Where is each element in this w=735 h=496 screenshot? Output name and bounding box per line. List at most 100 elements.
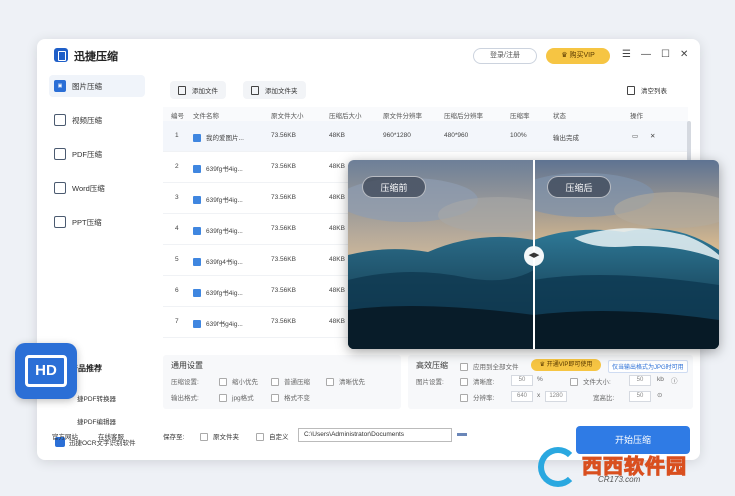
row-size: 73.56KB [271, 225, 296, 232]
checkbox[interactable] [460, 394, 468, 403]
clear-list-label: 清空列表 [641, 88, 667, 95]
checkbox[interactable] [219, 378, 227, 387]
checkbox[interactable] [271, 394, 279, 403]
sidebar-item-ppt[interactable]: PPT压缩 [49, 211, 145, 233]
trash-icon [627, 85, 635, 95]
row-status: 输出完成 [553, 135, 579, 142]
checkbox[interactable] [219, 394, 227, 403]
compare-preview[interactable]: ◀▶ 压缩前 压缩后 [348, 160, 719, 349]
clarity-option[interactable]: 清晰度: [460, 376, 495, 387]
res-height-input[interactable]: 1280 [545, 391, 567, 402]
general-settings-title: 通用设置 [171, 361, 203, 370]
app-title: 迅捷压缩 [74, 51, 118, 63]
mode-normal-option[interactable]: 普通压缩 [271, 376, 310, 387]
format-jpg-option[interactable]: jpg格式 [219, 392, 254, 403]
folder-icon[interactable]: ▬ [457, 428, 467, 439]
hd-badge: HD [15, 343, 77, 399]
product-pdf-converter[interactable]: 捷PDF转换器 [77, 393, 116, 403]
option-label: 文件大小: [583, 379, 611, 386]
save-path-input[interactable]: C:\Users\Administrator\Documents [298, 428, 452, 442]
option-label: 原文件夹 [213, 434, 239, 441]
filesize-input[interactable]: 50 [629, 375, 651, 386]
table-header: 编号 文件名称 原文件大小 压缩后大小 原文件分辨率 压缩后分辨率 压缩率 状态… [163, 107, 688, 121]
sidebar-item-pdf[interactable]: PDF压缩 [49, 143, 145, 165]
site-watermark: 西西软件园 CR173.com [538, 447, 718, 489]
ratio-input[interactable]: 50 [629, 391, 651, 402]
compare-drag-handle[interactable]: ◀▶ [524, 246, 544, 266]
crown-icon: ♛ [539, 362, 546, 368]
option-label: 格式不变 [284, 395, 310, 402]
vip-badge[interactable]: ♛ 开通VIP即可使用 [531, 359, 601, 371]
row-size: 73.56KB [271, 163, 296, 170]
menu-icon[interactable]: ☰ [622, 49, 631, 60]
mode-smaller-option[interactable]: 缩小优先 [219, 376, 258, 387]
product-pdf-editor[interactable]: 捷PDF编辑器 [77, 416, 116, 426]
footer-links: 官方网站 在线客服 [52, 431, 124, 441]
option-label: 普通压缩 [284, 379, 310, 386]
row-name-text: 我的爱图片... [206, 135, 244, 142]
open-folder-icon[interactable]: ▭ [632, 132, 638, 140]
col-no: 编号 [171, 113, 184, 120]
product-label: 捷PDF编辑器 [77, 419, 116, 426]
general-settings-panel: 通用设置 压缩设置: 缩小优先 普通压缩 清晰优先 输出格式: jpg格式 格式… [163, 355, 401, 409]
row-name: 我的爱图片... [193, 132, 244, 143]
save-original-option[interactable]: 原文件夹 [200, 431, 239, 442]
row-no: 1 [175, 132, 179, 139]
add-folder-button[interactable]: 添加文件夹 [243, 81, 306, 99]
mode-clear-option[interactable]: 清晰优先 [326, 376, 365, 387]
table-scrollbar[interactable] [687, 121, 691, 161]
ratio-label: 宽高比: [593, 395, 615, 402]
row-size: 73.56KB [271, 194, 296, 201]
maximize-icon[interactable]: ☐ [661, 49, 670, 60]
jpg-tip: 仅当输出格式为JPG时可用 [608, 360, 688, 373]
watermark-sub: CR173.com [598, 475, 641, 484]
sidebar-item-video[interactable]: 视频压缩 [49, 109, 145, 131]
format-keep-option[interactable]: 格式不变 [271, 392, 310, 403]
col-res: 原文件分辨率 [383, 113, 422, 120]
clarity-unit: % [537, 376, 543, 383]
clear-list-button[interactable]: 清空列表 [619, 81, 675, 99]
table-row[interactable]: 1 我的爱图片... 73.56KB 48KB 960*1280 480*960… [163, 121, 688, 152]
option-label: jpg格式 [232, 395, 254, 402]
row-after-size: 48KB [329, 225, 345, 232]
resolution-option[interactable]: 分辨率: [460, 392, 494, 403]
filesize-option[interactable]: 文件大小: [570, 376, 611, 387]
after-label: 压缩后 [547, 176, 611, 198]
checkbox[interactable] [271, 378, 279, 387]
sidebar-item-image[interactable]: ▣ 图片压缩 [49, 75, 145, 97]
apply-all-option[interactable]: 应用到全部文件 [460, 361, 519, 372]
checkbox[interactable] [460, 378, 468, 387]
checkbox[interactable] [256, 433, 264, 442]
option-label: 清晰度: [473, 379, 495, 386]
watermark-logo-icon [538, 447, 578, 487]
official-site-link[interactable]: 官方网站 [52, 431, 78, 441]
online-service-link[interactable]: 在线客服 [98, 431, 124, 441]
checkbox[interactable] [326, 378, 334, 387]
row-after-size: 48KB [329, 163, 345, 170]
res-width-input[interactable]: 640 [511, 391, 533, 402]
title-bar: 迅捷压缩 登录/注册 ♛ 购买VIP ☰ — ☐ ✕ [37, 39, 700, 71]
help-icon[interactable]: ⓘ [671, 375, 678, 385]
close-icon[interactable]: ✕ [680, 49, 688, 60]
sidebar-item-word[interactable]: Word压缩 [49, 177, 145, 199]
login-button[interactable]: 登录/注册 [473, 48, 537, 64]
checkbox[interactable] [570, 378, 578, 387]
ratio-select-icon[interactable]: ⊙ [657, 391, 662, 399]
row-no: 2 [175, 163, 179, 170]
remove-icon[interactable]: ✕ [650, 132, 655, 140]
checkbox[interactable] [200, 433, 208, 442]
row-name: 639f书g4ig... [193, 318, 243, 329]
image-file-icon [193, 227, 201, 236]
minimize-icon[interactable]: — [641, 49, 651, 60]
clarity-input[interactable]: 50 [511, 375, 533, 386]
buy-vip-button[interactable]: ♛ 购买VIP [546, 48, 610, 64]
add-file-button[interactable]: 添加文件 [170, 81, 226, 99]
format-label: 输出格式: [171, 395, 199, 402]
col-action: 操作 [630, 113, 643, 120]
checkbox[interactable] [460, 363, 468, 372]
save-custom-option[interactable]: 自定义 [256, 431, 289, 442]
row-after-res: 480*960 [444, 132, 469, 139]
row-no: 7 [175, 318, 179, 325]
col-status: 状态 [553, 113, 566, 120]
row-size: 73.56KB [271, 287, 296, 294]
